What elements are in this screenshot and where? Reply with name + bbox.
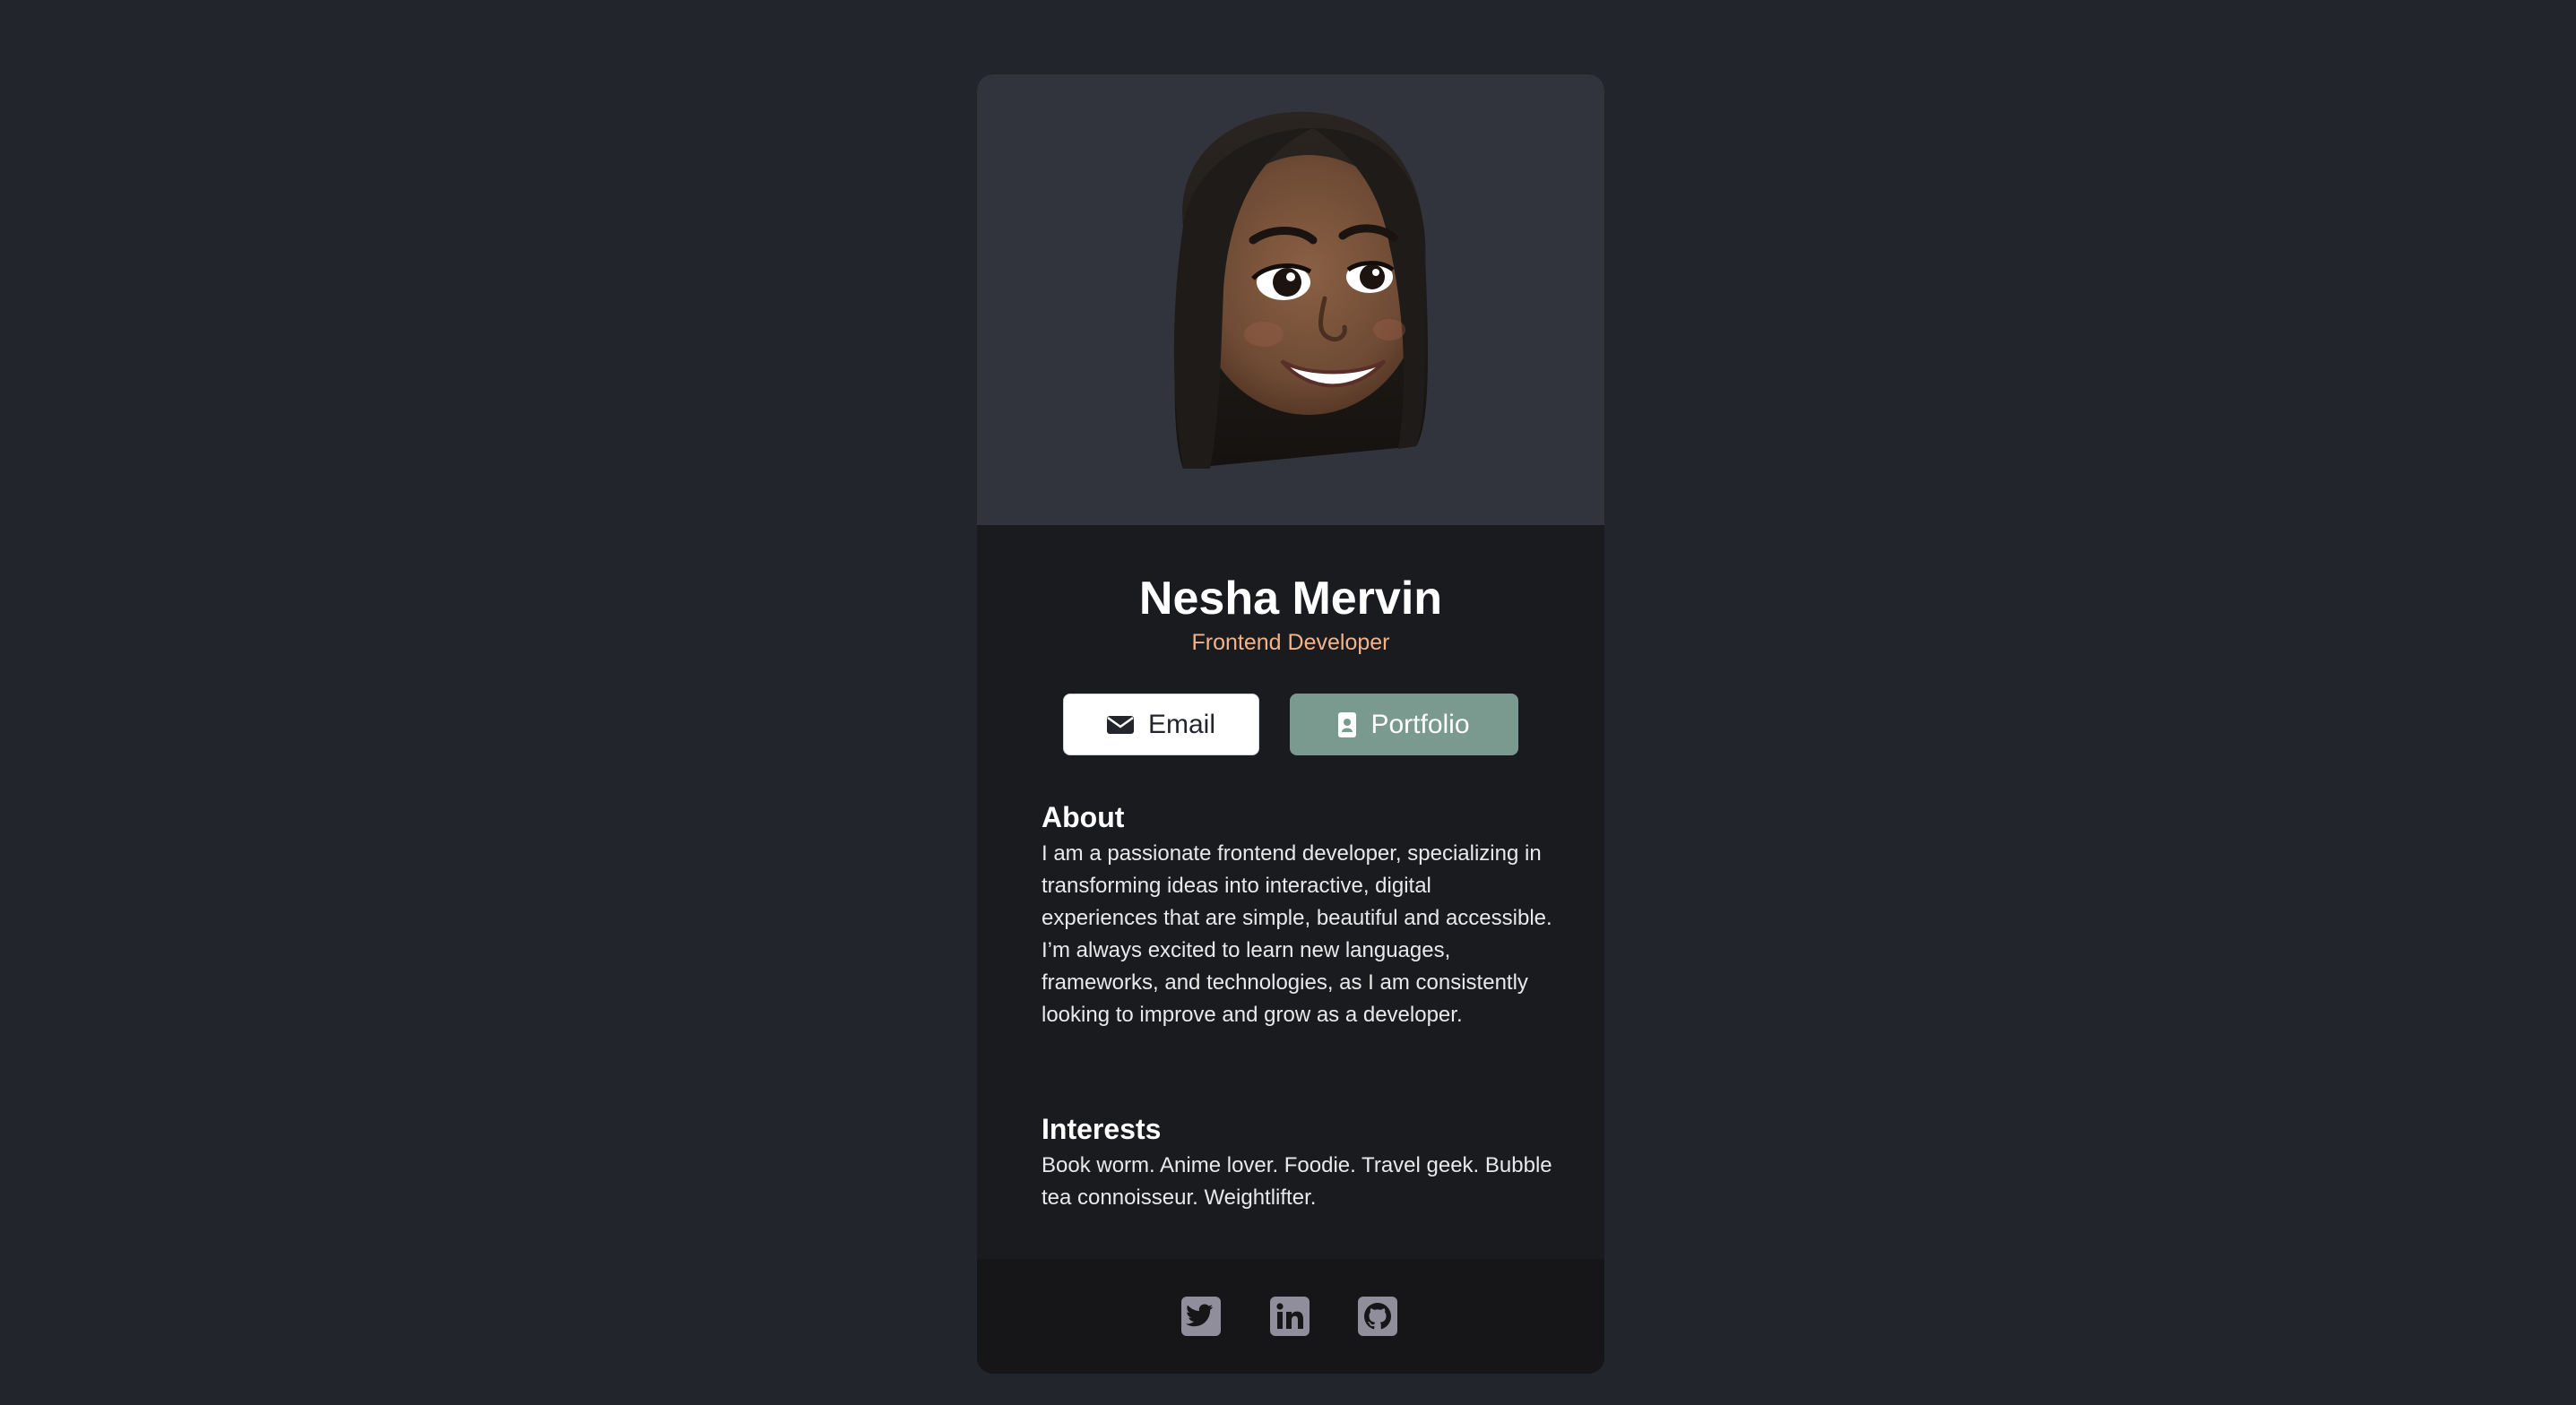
email-button[interactable]: Email [1063, 694, 1259, 755]
memoji-avatar [1173, 111, 1428, 469]
envelope-icon [1106, 714, 1134, 736]
interests-heading: Interests [1042, 1113, 1162, 1145]
about-text: I am a passionate frontend developer, sp… [1042, 841, 1552, 1027]
linkedin-icon[interactable] [1270, 1297, 1310, 1336]
profile-name: Nesha Mervin [1138, 573, 1443, 625]
social-footer [977, 1259, 1604, 1374]
portfolio-button-label: Portfolio [1370, 709, 1470, 739]
profile-photo-area [977, 74, 1604, 525]
github-icon[interactable] [1358, 1297, 1397, 1336]
profile-content: Nesha Mervin Frontend Developer Email Po… [977, 525, 1604, 1334]
about-heading: About [1042, 801, 1125, 833]
profile-role: Frontend Developer [1191, 630, 1390, 655]
portfolio-button[interactable]: Portfolio [1290, 694, 1518, 755]
id-badge-icon [1338, 711, 1357, 737]
email-button-label: Email [1147, 709, 1215, 739]
profile-card: Nesha Mervin Frontend Developer Email Po… [977, 74, 1604, 1374]
twitter-icon[interactable] [1181, 1297, 1221, 1336]
interests-text: Book worm. Anime lover. Foodie. Travel g… [1042, 1153, 1552, 1210]
